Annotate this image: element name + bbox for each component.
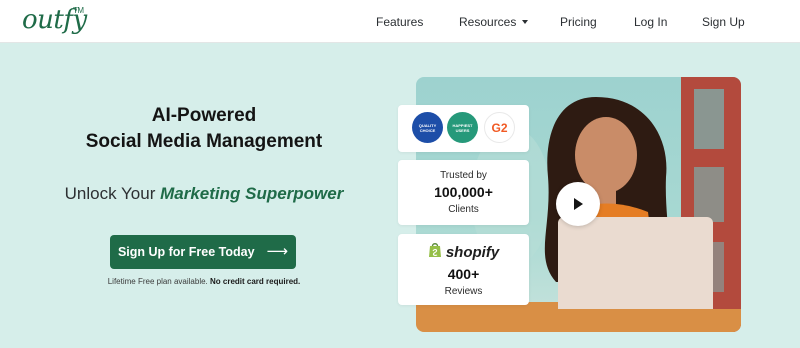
g2-badge: G2 — [484, 112, 515, 143]
awards-card: QUALITY CHOICE HAPPIEST USERS G2 — [398, 105, 529, 152]
reviews-label: Reviews — [444, 286, 483, 297]
outfy-logo[interactable]: outfy TM — [22, 4, 87, 36]
chevron-down-icon — [522, 20, 529, 24]
nav-signup[interactable]: Sign Up — [702, 15, 745, 29]
hero-headline-line2: Social Media Management — [85, 131, 323, 152]
play-video-button[interactable] — [556, 182, 600, 226]
nav-features[interactable]: Features — [376, 15, 423, 29]
quality-choice-badge: QUALITY CHOICE — [412, 112, 443, 143]
nav-resources[interactable]: Resources — [459, 15, 529, 29]
play-icon — [574, 198, 583, 210]
note-prefix: Lifetime Free plan available. — [107, 277, 208, 286]
clients-count: 100,000+ — [434, 184, 493, 200]
shopify-bag-icon — [428, 242, 442, 262]
shopify-card: shopify 400+ Reviews — [398, 234, 529, 305]
arrow-right-icon: ⟶ — [266, 243, 289, 260]
top-navbar: outfy TM Features Resources Pricing Log … — [0, 0, 800, 43]
note-bold: No credit card required. — [210, 277, 301, 286]
hero-subheadline: Unlock Your Marketing Superpower — [40, 183, 368, 205]
happiest-users-badge: HAPPIEST USERS — [447, 112, 478, 143]
cta-label: Sign Up for Free Today — [117, 245, 255, 259]
nav-login[interactable]: Log In — [634, 15, 667, 29]
shopify-brand: shopify — [398, 242, 529, 262]
trademark-mark: TM — [73, 6, 84, 15]
shopify-label: shopify — [445, 243, 500, 261]
nav-pricing[interactable]: Pricing — [560, 15, 597, 29]
nav-resources-label: Resources — [459, 15, 517, 29]
trusted-by-label: Trusted by — [440, 170, 487, 181]
free-plan-note: Lifetime Free plan available. No credit … — [40, 276, 368, 287]
subhead-highlight: Marketing Superpower — [160, 184, 344, 203]
subhead-prefix: Unlock Your — [64, 184, 156, 203]
hero-headline-line1: AI-Powered — [151, 105, 257, 126]
trusted-card: Trusted by 100,000+ Clients — [398, 160, 529, 225]
reviews-count: 400+ — [447, 266, 480, 282]
signup-free-button[interactable]: Sign Up for Free Today ⟶ — [110, 235, 296, 269]
clients-label: Clients — [448, 204, 479, 215]
